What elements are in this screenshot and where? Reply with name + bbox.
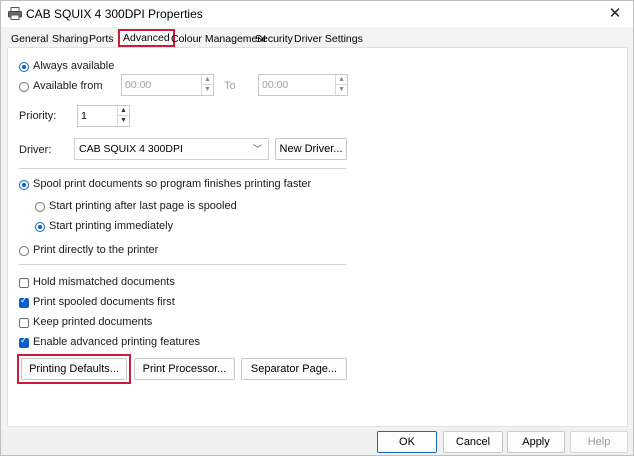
priority-down-icon[interactable]: ▼ xyxy=(118,116,129,126)
priority-value: 1 xyxy=(81,110,87,122)
window-title: CAB SQUIX 4 300DPI Properties xyxy=(26,7,203,21)
cancel-button[interactable]: Cancel xyxy=(443,431,503,453)
to-time-down-icon[interactable]: ▼ xyxy=(336,85,347,95)
tab-security[interactable]: Security xyxy=(253,31,295,47)
driver-select-value: CAB SQUIX 4 300DPI xyxy=(79,143,183,155)
always-available-radio[interactable] xyxy=(19,62,29,72)
start-immediately-label: Start printing immediately xyxy=(49,220,174,232)
printer-icon xyxy=(8,7,22,20)
title-bar: CAB SQUIX 4 300DPI Properties ✕ xyxy=(1,1,633,27)
priority-spinner: ▲ ▼ xyxy=(117,106,129,126)
start-after-last-page-label: Start printing after last page is spoole… xyxy=(49,200,237,212)
separator-page-button[interactable]: Separator Page... xyxy=(241,358,347,380)
new-driver-button[interactable]: New Driver... xyxy=(275,138,347,160)
tab-sharing[interactable]: Sharing xyxy=(50,31,90,47)
keep-printed-checkbox[interactable] xyxy=(19,318,29,328)
priority-up-icon[interactable]: ▲ xyxy=(118,106,129,116)
close-button[interactable]: ✕ xyxy=(603,4,627,24)
driver-label: Driver: xyxy=(19,144,52,156)
help-button[interactable]: Help xyxy=(570,431,628,453)
available-to-time-field[interactable]: 00:00 ▲ ▼ xyxy=(258,74,348,96)
tab-ports[interactable]: Ports xyxy=(87,31,116,47)
start-after-last-page-radio[interactable] xyxy=(35,202,45,212)
from-time-down-icon[interactable]: ▼ xyxy=(202,85,213,95)
spool-documents-radio[interactable] xyxy=(19,180,29,190)
available-to-time-value: 00:00 xyxy=(262,79,289,91)
close-icon: ✕ xyxy=(608,5,622,22)
start-immediately-radio[interactable] xyxy=(35,222,45,232)
enable-advanced-features-label: Enable advanced printing features xyxy=(33,336,200,348)
dialog-footer: OK Cancel Apply Help xyxy=(1,429,633,455)
printing-defaults-button[interactable]: Printing Defaults... xyxy=(21,358,127,380)
priority-field[interactable]: 1 ▲ ▼ xyxy=(77,105,130,127)
keep-printed-label: Keep printed documents xyxy=(33,316,153,328)
hold-mismatched-label: Hold mismatched documents xyxy=(33,276,175,288)
print-directly-label: Print directly to the printer xyxy=(33,244,159,256)
divider xyxy=(19,168,346,169)
priority-label: Priority: xyxy=(19,110,57,122)
tab-advanced[interactable]: Advanced xyxy=(118,29,175,47)
hold-mismatched-checkbox[interactable] xyxy=(19,278,29,288)
available-from-label: Available from xyxy=(33,80,103,92)
print-directly-radio[interactable] xyxy=(19,246,29,256)
print-spooled-first-checkbox[interactable] xyxy=(19,296,29,308)
driver-select[interactable]: CAB SQUIX 4 300DPI ﹀ xyxy=(74,138,269,160)
from-time-up-icon[interactable]: ▲ xyxy=(202,75,213,85)
print-spooled-first-label: Print spooled documents first xyxy=(33,296,175,308)
to-time-spinner: ▲ ▼ xyxy=(335,75,347,95)
tab-driver-settings[interactable]: Driver Settings xyxy=(292,31,365,47)
enable-advanced-features-checkbox[interactable] xyxy=(19,336,29,348)
divider xyxy=(19,264,346,265)
spool-documents-label: Spool print documents so program finishe… xyxy=(33,178,312,190)
to-time-up-icon[interactable]: ▲ xyxy=(336,75,347,85)
from-time-spinner: ▲ ▼ xyxy=(201,75,213,95)
always-available-label: Always available xyxy=(33,60,115,72)
available-from-time-field[interactable]: 00:00 ▲ ▼ xyxy=(121,74,214,96)
tab-general[interactable]: General xyxy=(9,31,50,47)
apply-button[interactable]: Apply xyxy=(507,431,565,453)
chevron-down-icon: ﹀ xyxy=(252,144,262,154)
print-processor-button[interactable]: Print Processor... xyxy=(134,358,235,380)
advanced-panel: Always available Available from 00:00 ▲ … xyxy=(7,47,628,427)
ok-button[interactable]: OK xyxy=(377,431,437,453)
printer-properties-dialog: CAB SQUIX 4 300DPI Properties ✕ General … xyxy=(0,0,634,456)
to-label: To xyxy=(224,80,236,92)
available-from-time-value: 00:00 xyxy=(125,79,152,91)
available-from-radio[interactable] xyxy=(19,82,29,92)
